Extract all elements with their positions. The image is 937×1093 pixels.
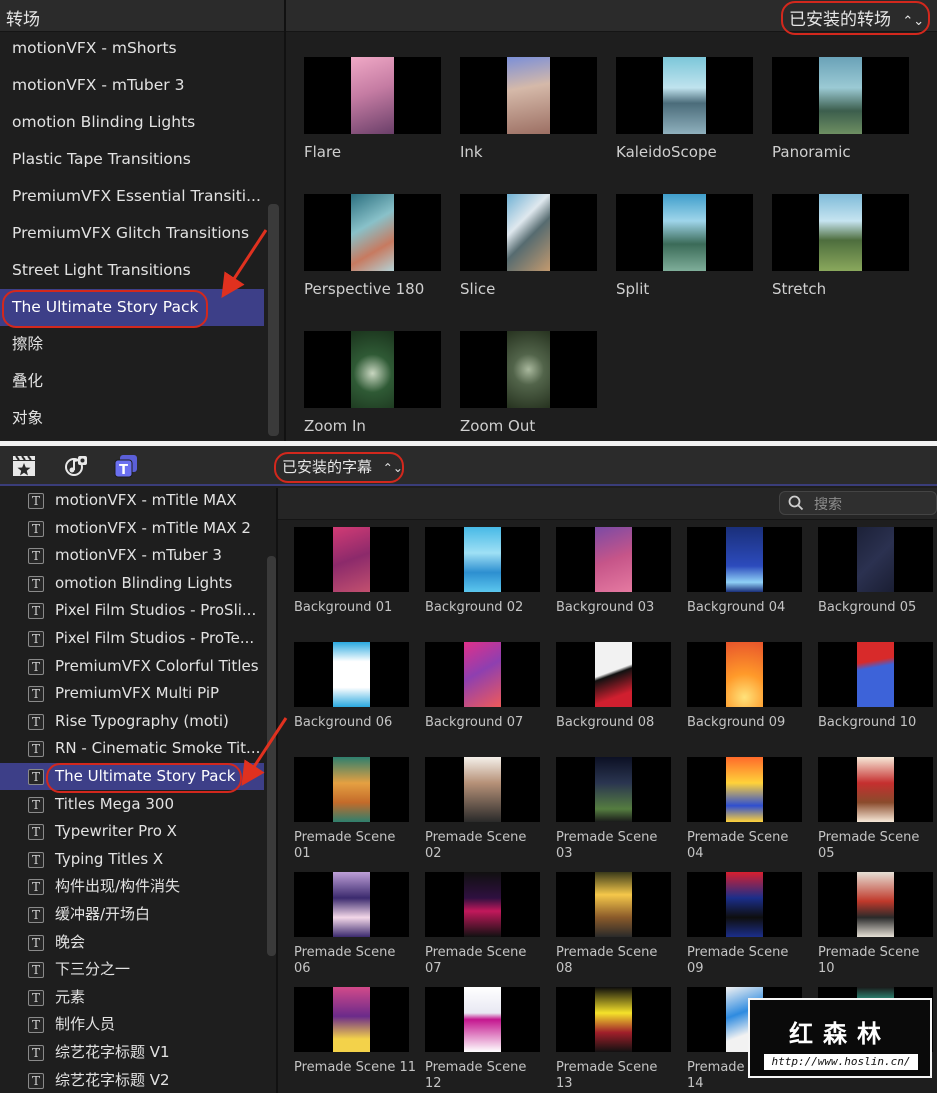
watermark-title: 红森林	[789, 1020, 891, 1048]
watermark-url: http://www.hoslin.cn/	[764, 1054, 918, 1070]
annotation-arrow	[221, 229, 288, 787]
watermark: 红森林 http://www.hoslin.cn/	[748, 998, 932, 1078]
